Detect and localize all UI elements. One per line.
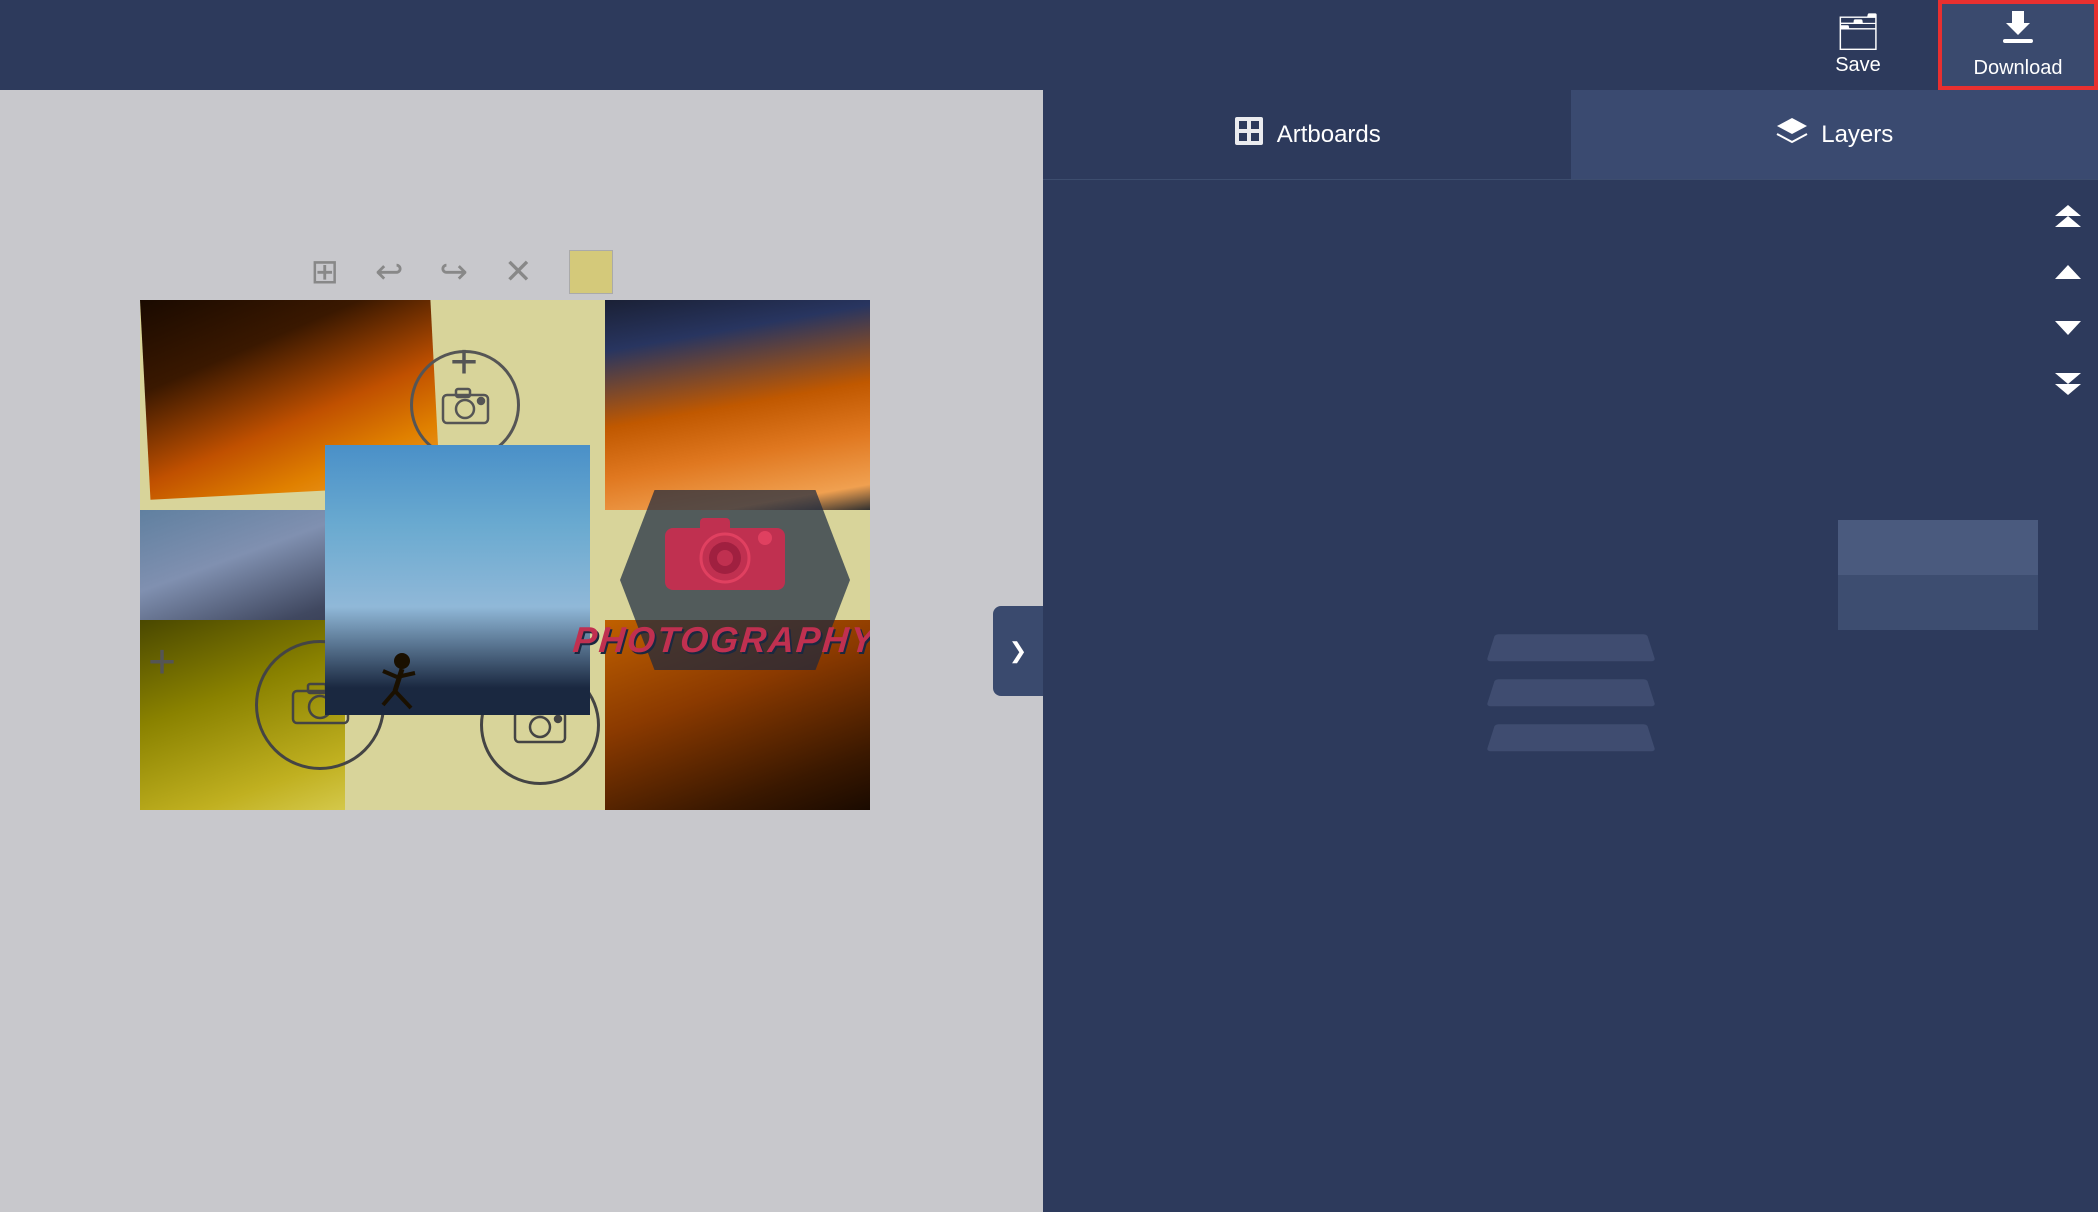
layers-tab-label: Layers [1821,121,1893,149]
close-icon[interactable]: ✕ [504,255,533,289]
download-button[interactable]: Download [1938,0,2098,90]
photography-logo: PHOTOGRAPHY [590,480,860,680]
layer-shape-3 [1486,724,1655,751]
layer-shape-1 [1486,634,1655,661]
undo-icon[interactable]: ↩ [375,255,404,289]
layers-stack-icon [1481,616,1661,776]
canvas-toolbar: ⊞ ↩ ↪ ✕ [311,250,613,294]
collage-canvas[interactable]: + + + [140,300,870,810]
main-area: ⊞ ↩ ↪ ✕ + + + [0,90,2098,1212]
camera-circle-1 [410,350,520,460]
collage-inner: + + + [140,300,870,810]
layer-shape-2 [1486,679,1655,706]
photo-cell-sunset-ocean [605,300,870,510]
redo-icon[interactable]: ↪ [440,255,469,289]
artboards-tab-label: Artboards [1277,121,1381,149]
layers-empty-state [1043,180,2098,1212]
header: 🗂 Save Download [0,0,2098,90]
tab-layers[interactable]: Layers [1571,90,2098,179]
download-label: Download [1974,57,2063,80]
camera-big-icon [655,500,795,619]
photo-cell-sky [325,445,590,715]
tab-artboards[interactable]: Artboards [1043,90,1571,179]
download-icon [1998,11,2038,53]
save-icon: 🗂 [1835,14,1881,50]
chevron-right-icon: ❯ [1009,638,1027,664]
right-sidebar: ❯ Artboards [1043,90,2098,1212]
sidebar-tabs: Artboards Layers [1043,90,2098,180]
save-label: Save [1835,54,1881,77]
grid-icon[interactable]: ⊞ [311,255,340,289]
color-swatch[interactable] [569,250,613,294]
sidebar-toggle-button[interactable]: ❯ [993,606,1043,696]
jumper-silhouette [375,653,430,725]
canvas-area: ⊞ ↩ ↪ ✕ + + + [0,90,1043,1212]
save-button[interactable]: 🗂 Save [1778,0,1938,90]
layers-icon [1775,116,1809,154]
photography-text: PHOTOGRAPHY [571,619,870,661]
plus-icon-2: + [148,635,176,690]
artboards-icon [1233,115,1265,155]
